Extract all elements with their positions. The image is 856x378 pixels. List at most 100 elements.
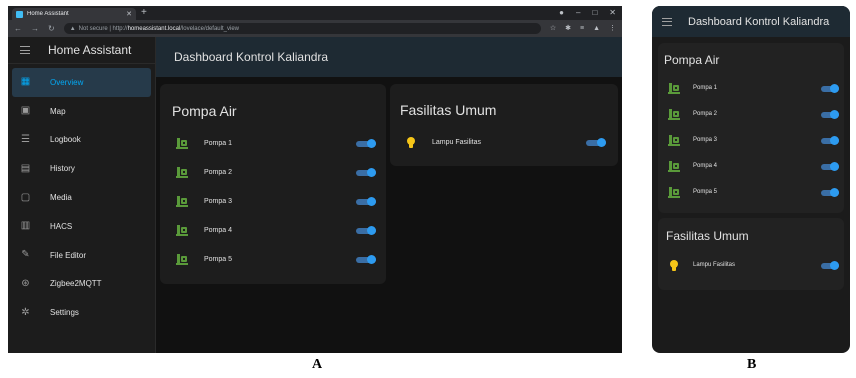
entity-row-pompa-5[interactable]: Pompa 5 (658, 179, 844, 205)
sidebar-item-label: Media (50, 193, 72, 203)
sidebar-item-map[interactable]: ▣ Map (8, 97, 155, 126)
mobile-header: Dashboard Kontrol Kaliandra (652, 6, 850, 37)
pompa-4-switch[interactable] (821, 162, 839, 171)
sidebar-item-zigbee2mqtt[interactable]: ⊛ Zigbee2MQTT (8, 270, 155, 299)
water-pump-icon (668, 186, 680, 198)
entity-name: Pompa 4 (204, 227, 233, 234)
lampu-fasilitas-switch[interactable] (586, 138, 606, 147)
dashboard-title: Dashboard Kontrol Kaliandra (174, 50, 329, 64)
desktop-browser-screenshot: Home Assistant ✕ + ● – □ ✕ ← → ↻ ▲ Not s… (8, 6, 622, 353)
sidebar-item-file-editor[interactable]: ✎ File Editor (8, 241, 155, 270)
history-chart-icon: ▤ (20, 162, 31, 174)
water-pump-icon (176, 137, 188, 149)
pompa-3-switch[interactable] (821, 136, 839, 145)
hamburger-menu-icon[interactable] (662, 17, 672, 26)
dashboard-header: Dashboard Kontrol Kaliandra (156, 37, 622, 77)
entity-row-pompa-5[interactable]: Pompa 5 (160, 245, 386, 274)
sidebar-item-media[interactable]: ▢ Media (8, 183, 155, 212)
sidebar-item-history[interactable]: ▤ History (8, 154, 155, 183)
hamburger-menu-icon[interactable] (20, 46, 30, 54)
extensions-icon[interactable]: ✱ (565, 25, 571, 32)
pompa-1-switch[interactable] (821, 84, 839, 93)
account-icon[interactable]: ▲ (593, 25, 600, 32)
logbook-icon: ☰ (21, 133, 30, 145)
browser-titlebar: Home Assistant ✕ + ● – □ ✕ (8, 6, 622, 20)
main-content: Dashboard Kontrol Kaliandra Pompa Air Po… (156, 37, 622, 353)
entity-row-pompa-2[interactable]: Pompa 2 (160, 158, 386, 187)
map-icon: ▣ (20, 105, 31, 117)
reload-icon[interactable]: ↻ (48, 24, 55, 33)
card-title: Pompa Air (172, 103, 237, 119)
maximize-icon[interactable]: □ (592, 7, 597, 19)
pompa-2-switch[interactable] (821, 110, 839, 119)
zigbee-icon: ⊛ (21, 277, 30, 289)
caption-b: B (747, 357, 757, 372)
entity-row-pompa-3[interactable]: Pompa 3 (160, 187, 386, 216)
lightbulb-icon (670, 260, 678, 271)
water-pump-icon (668, 134, 680, 146)
water-pump-icon (176, 195, 188, 207)
sidebar-item-label: Logbook (50, 135, 81, 145)
url-scheme: Not secure | http:// (78, 25, 128, 32)
url-host: homeassistant.local (127, 25, 181, 32)
entity-name: Pompa 1 (204, 140, 233, 147)
pompa-air-card: Pompa Air Pompa 1 Pompa 2 Pompa 3 Pompa … (160, 84, 386, 284)
entity-row-pompa-1[interactable]: Pompa 1 (658, 75, 844, 101)
profile-icon[interactable]: ● (559, 7, 564, 19)
pompa-1-switch[interactable] (356, 139, 376, 148)
entity-name: Pompa 3 (204, 198, 233, 205)
water-pump-icon (668, 108, 680, 120)
pompa-5-switch[interactable] (356, 255, 376, 264)
browser-menu-icon[interactable]: ⋮ (609, 25, 616, 32)
water-pump-icon (668, 160, 680, 172)
browser-tab[interactable]: Home Assistant ✕ (12, 8, 136, 20)
sidebar-item-hacs[interactable]: ▥ HACS (8, 212, 155, 241)
entity-row-pompa-4[interactable]: Pompa 4 (160, 216, 386, 245)
pompa-3-switch[interactable] (356, 197, 376, 206)
entity-name: Pompa 3 (693, 137, 718, 143)
mobile-screenshot: Dashboard Kontrol Kaliandra Pompa Air Po… (652, 6, 850, 353)
sidebar-item-label: History (50, 164, 75, 174)
forward-icon[interactable]: → (31, 24, 39, 33)
pompa-4-switch[interactable] (356, 226, 376, 235)
entity-row-lampu-fasilitas[interactable]: Lampu Fasilitas (658, 252, 844, 278)
entity-name: Pompa 5 (204, 256, 233, 263)
close-tab-icon[interactable]: ✕ (126, 11, 132, 18)
sidebar-item-settings[interactable]: ✲ Settings (8, 298, 155, 327)
back-icon[interactable]: ← (14, 24, 22, 33)
card-title: Fasilitas Umum (666, 229, 749, 243)
pompa-5-switch[interactable] (821, 188, 839, 197)
entity-row-pompa-2[interactable]: Pompa 2 (658, 101, 844, 127)
window-controls: ● – □ ✕ (559, 7, 616, 19)
entity-row-pompa-4[interactable]: Pompa 4 (658, 153, 844, 179)
address-bar[interactable]: ▲ Not secure | http:// homeassistant.loc… (63, 23, 541, 34)
sidebar-item-overview[interactable]: ▦ Overview (12, 68, 151, 97)
sidebar-item-label: Settings (50, 308, 79, 318)
close-window-icon[interactable]: ✕ (609, 7, 616, 19)
hacs-store-icon: ▥ (20, 220, 31, 232)
entity-name: Pompa 1 (693, 85, 718, 91)
entity-name: Pompa 2 (204, 169, 233, 176)
lampu-fasilitas-switch[interactable] (821, 261, 839, 270)
sidebar-item-label: File Editor (50, 250, 87, 260)
fasilitas-umum-card: Fasilitas Umum Lampu Fasilitas (658, 218, 844, 290)
caption-a: A (312, 357, 323, 372)
entity-row-lampu-fasilitas[interactable]: Lampu Fasilitas (390, 128, 618, 157)
lightbulb-icon (407, 137, 415, 148)
water-pump-icon (176, 253, 188, 265)
pompa-2-switch[interactable] (356, 168, 376, 177)
media-control-icon[interactable]: ≡ (580, 25, 584, 32)
entity-name: Pompa 2 (693, 111, 718, 117)
browser-toolbar: ← → ↻ ▲ Not secure | http:// homeassista… (8, 20, 622, 37)
new-tab-icon[interactable]: + (141, 7, 147, 19)
sidebar-item-logbook[interactable]: ☰ Logbook (8, 126, 155, 155)
home-assistant-app: Home Assistant ▦ Overview ▣ Map ☰ Logboo… (8, 37, 622, 353)
sidebar-item-label: HACS (50, 221, 73, 231)
entity-row-pompa-3[interactable]: Pompa 3 (658, 127, 844, 153)
water-pump-icon (176, 224, 188, 236)
minimize-icon[interactable]: – (576, 7, 580, 19)
entity-name: Pompa 5 (693, 189, 718, 195)
entity-row-pompa-1[interactable]: Pompa 1 (160, 129, 386, 158)
wrench-icon: ✎ (21, 249, 30, 261)
bookmark-star-icon[interactable]: ☆ (550, 25, 556, 32)
